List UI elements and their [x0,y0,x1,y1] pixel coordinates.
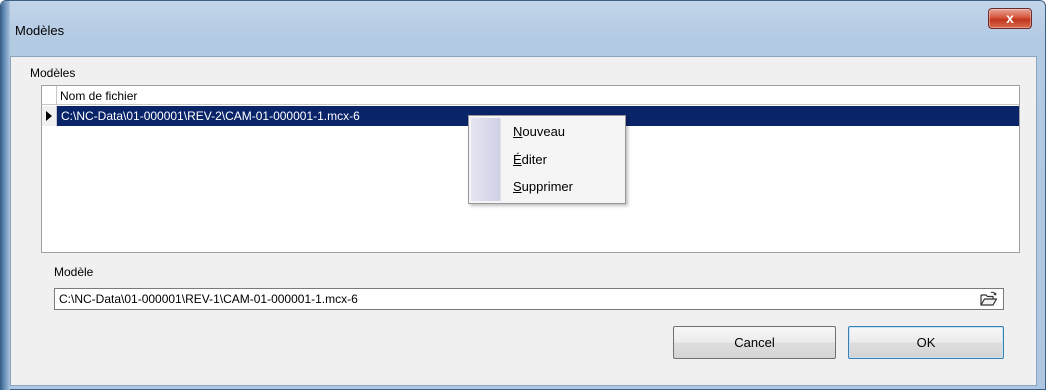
window-edge [1,1,10,390]
row-arrow-icon [46,111,52,121]
row-indicator[interactable] [42,106,57,126]
grid-header: Nom de fichier [42,86,1019,105]
menu-item-nouveau[interactable]: Nouveau [513,124,565,139]
menu-icon-gutter [471,118,501,201]
window-title: Modèles [15,23,65,38]
menu-item-editer[interactable]: Éditer [513,152,547,167]
menu-item-supprimer[interactable]: Supprimer [513,179,573,194]
ok-button[interactable]: OK [848,326,1004,359]
menu-item-accel: N [513,124,523,139]
grid-corner [42,86,57,105]
menu-item-label: ouveau [522,124,566,139]
model-path-input[interactable] [54,288,1004,310]
close-button[interactable]: x [988,8,1032,29]
menu-item-accel: É [513,152,522,167]
context-menu: Nouveau Éditer Supprimer [468,115,626,204]
filename-cell[interactable]: C:\NC-Data\01-000001\REV-2\CAM-01-000001… [61,109,360,123]
menu-item-accel: S [513,179,522,194]
models-group-label: Modèles [30,66,76,80]
menu-item-label: upprimer [521,179,573,194]
cancel-button[interactable]: Cancel [673,326,836,359]
column-header-filename[interactable]: Nom de fichier [60,89,137,103]
open-folder-icon[interactable] [979,290,999,308]
menu-item-label: diter [521,152,547,167]
model-field-label: Modèle [54,265,94,279]
